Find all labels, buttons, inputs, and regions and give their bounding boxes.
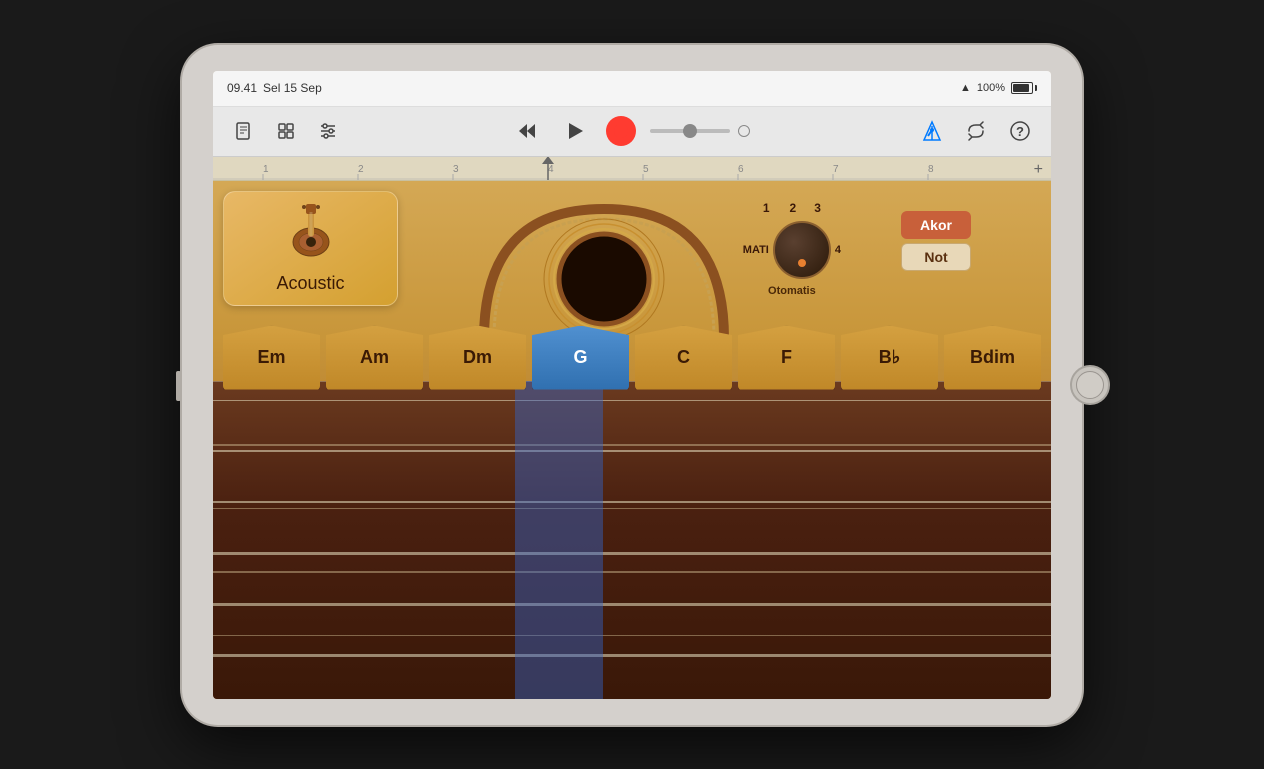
knob-pos-3: 3 (814, 201, 821, 215)
svg-text:5: 5 (643, 164, 649, 175)
knob-pos-2: 2 (790, 201, 797, 215)
fret-line-1 (213, 444, 1051, 446)
loop-button[interactable] (959, 114, 993, 148)
time-display: 09.41 (227, 81, 257, 95)
add-track-button[interactable]: + (1034, 161, 1043, 179)
metronome-button[interactable] (915, 114, 949, 148)
knob-dot (798, 259, 806, 267)
string-4 (213, 552, 1051, 555)
fret-line-2 (213, 508, 1051, 510)
instrument-name: Acoustic (276, 273, 344, 294)
guitar-decoration (464, 189, 744, 339)
svg-text:6: 6 (738, 164, 744, 175)
tempo-indicator (738, 125, 750, 137)
timeline-ruler: 1 2 3 4 5 6 7 8 + (213, 157, 1051, 181)
string-3 (213, 501, 1051, 503)
ipad-frame: 09.41 Sel 15 Sep ▲ 100% (182, 45, 1082, 725)
chord-key-bb[interactable]: B♭ (841, 326, 938, 390)
knob-label-mati: MATI (743, 244, 769, 256)
chord-note-panel: Akor Not (901, 211, 971, 271)
side-button[interactable] (176, 371, 181, 401)
chord-key-em[interactable]: Em (223, 326, 320, 390)
fret-line-3 (213, 571, 1051, 573)
svg-text:2: 2 (358, 164, 364, 175)
active-chord-highlight (515, 381, 603, 699)
rewind-button[interactable] (510, 114, 544, 148)
autoplay-section: 1 2 3 MATI 4 Otomatis (743, 201, 841, 297)
toolbar-center (355, 114, 905, 148)
svg-text:8: 8 (928, 164, 934, 175)
battery-percent: 100% (977, 82, 1005, 94)
knob-row: MATI 4 (743, 221, 841, 279)
chord-key-bdim[interactable]: Bdim (944, 326, 1041, 390)
status-left: 09.41 Sel 15 Sep (227, 81, 322, 95)
string-1 (213, 400, 1051, 401)
chord-key-g[interactable]: G (532, 326, 629, 390)
chord-key-am[interactable]: Am (326, 326, 423, 390)
svg-text:?: ? (1016, 124, 1024, 139)
toolbar-left (227, 114, 345, 148)
svg-text:4: 4 (548, 164, 554, 175)
play-button[interactable] (558, 114, 592, 148)
ipad-screen: 09.41 Sel 15 Sep ▲ 100% (213, 71, 1051, 699)
tempo-slider[interactable] (650, 129, 730, 133)
record-button[interactable] (606, 116, 636, 146)
guitar-instrument-panel[interactable]: Acoustic (223, 191, 398, 306)
status-right: ▲ 100% (960, 82, 1037, 94)
chord-key-f[interactable]: F (738, 326, 835, 390)
ruler-svg: 1 2 3 4 5 6 7 8 (213, 157, 1051, 181)
chord-key-dm[interactable]: Dm (429, 326, 526, 390)
chord-tab-button[interactable]: Akor (901, 211, 971, 239)
string-6 (213, 654, 1051, 658)
date-display: Sel 15 Sep (263, 81, 322, 95)
battery-icon (1011, 82, 1037, 94)
chord-key-c[interactable]: C (635, 326, 732, 390)
instrument-area: Acoustic (213, 181, 1051, 699)
knob-pos-1: 1 (763, 201, 770, 215)
string-5 (213, 603, 1051, 606)
ruler-mark-1: 1 (263, 164, 269, 175)
string-2 (213, 450, 1051, 452)
home-button[interactable] (1070, 365, 1110, 405)
autoplay-label: Otomatis (768, 285, 816, 297)
fret-line-4 (213, 635, 1051, 637)
guitar-icon (286, 202, 336, 267)
toolbar-right: ? (915, 114, 1037, 148)
toolbar: ? (213, 107, 1051, 157)
chord-buttons-row: Em Am Dm G C F B♭ Bdim (213, 326, 1051, 390)
help-button[interactable]: ? (1003, 114, 1037, 148)
tracks-button[interactable] (269, 114, 303, 148)
settings-button[interactable] (311, 114, 345, 148)
knob-numbers-row: 1 2 3 (763, 201, 821, 215)
autoplay-knob[interactable] (773, 221, 831, 279)
svg-text:3: 3 (453, 164, 459, 175)
knob-label-4: 4 (835, 244, 841, 256)
wifi-icon: ▲ (960, 82, 971, 94)
new-song-button[interactable] (227, 114, 261, 148)
note-tab-button[interactable]: Not (901, 243, 971, 271)
status-bar: 09.41 Sel 15 Sep ▲ 100% (213, 71, 1051, 107)
tempo-control (650, 125, 750, 137)
svg-text:7: 7 (833, 164, 839, 175)
fretboard[interactable] (213, 381, 1051, 699)
